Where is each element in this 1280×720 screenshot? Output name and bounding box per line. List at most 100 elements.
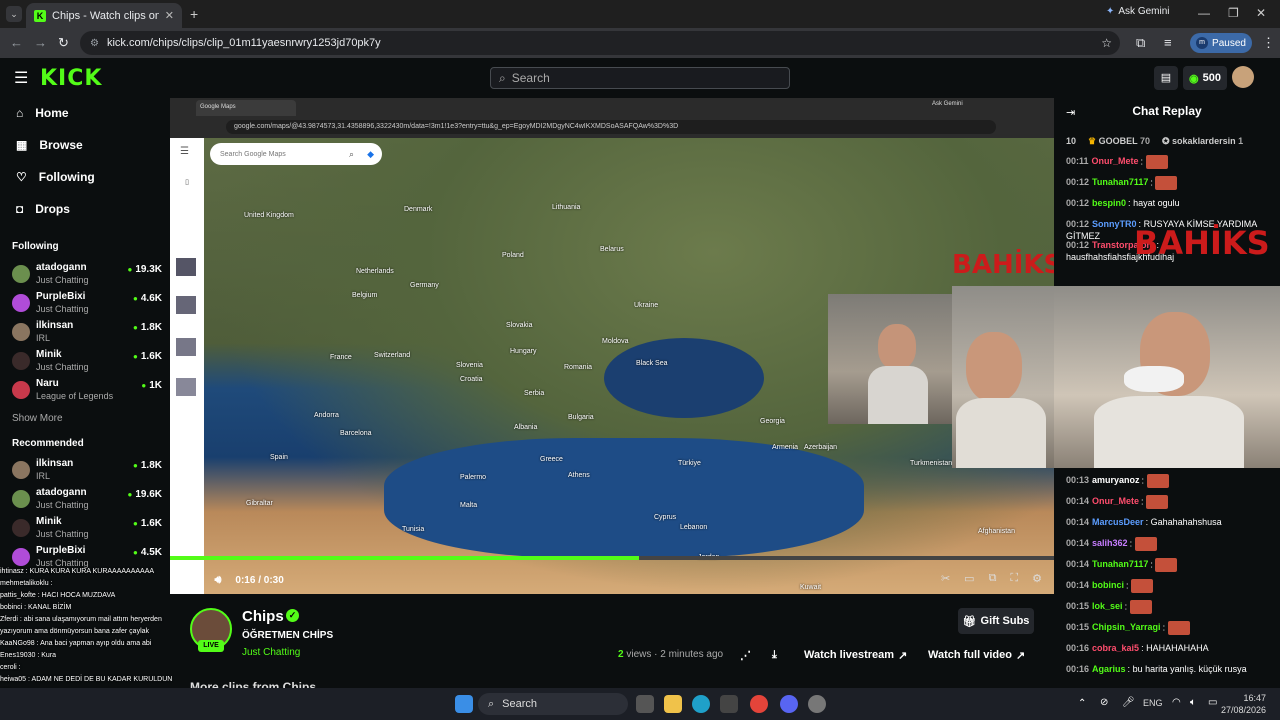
sidebar-channel[interactable]: Minik Just Chatting 1.6K xyxy=(12,349,162,375)
minimize-icon[interactable]: — xyxy=(1198,6,1210,20)
close-window-icon[interactable]: ✕ xyxy=(1256,6,1266,20)
chat-timestamp: 00:15 xyxy=(1066,601,1090,612)
tab-list-button[interactable]: ⌄ xyxy=(6,6,22,22)
chat-username[interactable]: bespin0 xyxy=(1092,198,1126,208)
library-icon[interactable]: ▤ xyxy=(1154,66,1178,90)
chat-username[interactable]: Tunahan7117 xyxy=(1092,559,1148,569)
url-field[interactable]: ⚙ kick.com/chips/clips/clip_01m11yaesnrw… xyxy=(80,31,1120,55)
fullscreen-icon[interactable]: ⛶ xyxy=(1010,572,1018,585)
crown-icon: ♛ xyxy=(1088,136,1097,146)
share-icon[interactable]: ⋰ xyxy=(740,644,751,666)
watch-full-video-label: Watch full video xyxy=(928,649,1012,661)
browser-menu-icon[interactable]: ⋮ xyxy=(1262,35,1275,51)
chat-username[interactable]: Tunahan7117 xyxy=(1092,177,1148,187)
clip-category[interactable]: Just Chatting xyxy=(242,647,300,658)
watch-livestream-button[interactable]: Watch livestream ↗ xyxy=(804,644,907,666)
video-controls: ▶ 🔊︎ 0:16 / 0:30 xyxy=(170,568,1054,592)
show-more-link[interactable]: Show More xyxy=(12,413,63,424)
sidebar-nav-following[interactable]: ♡ Following xyxy=(16,170,95,184)
app-icon[interactable] xyxy=(808,695,826,713)
site-info-icon[interactable]: ⚙ xyxy=(90,38,99,49)
sidebar-nav-home[interactable]: ⌂ Home xyxy=(16,106,69,120)
clock[interactable]: 16:47 27/08/2026 xyxy=(1221,692,1266,716)
sidebar-channel[interactable]: atadogann Just Chatting 19.6K xyxy=(12,487,162,513)
channel-name: Minik xyxy=(36,516,62,527)
forward-icon[interactable]: → xyxy=(34,35,47,50)
tray-chevron-icon[interactable]: ⌃ xyxy=(1078,698,1086,709)
channel-name[interactable]: Chips xyxy=(242,608,284,625)
sidebar-nav-browse[interactable]: ▦ Browse xyxy=(16,138,83,152)
media-controls-icon[interactable]: ≡ xyxy=(1164,35,1172,50)
download-icon[interactable]: ⤓ xyxy=(772,644,777,666)
chat-username[interactable]: bobinci xyxy=(1092,580,1124,590)
chat-timestamp: 00:14 xyxy=(1066,580,1090,591)
back-icon[interactable]: ← xyxy=(10,35,23,50)
chat-timestamp: 00:12 xyxy=(1066,177,1090,188)
progress-bar[interactable] xyxy=(170,556,1054,560)
speaker-icon[interactable]: 🔈︎ xyxy=(1190,697,1196,708)
search-input[interactable]: ⌕ Search xyxy=(490,67,790,89)
map-label: Slovenia xyxy=(456,362,483,369)
new-tab-button[interactable]: + xyxy=(190,6,198,22)
map-label: Denmark xyxy=(404,206,433,213)
bookmark-star-icon[interactable]: ☆ xyxy=(1101,36,1112,50)
sidebar-nav-drops[interactable]: ◘ Drops xyxy=(16,202,70,216)
chat-username[interactable]: amuryanoz xyxy=(1092,475,1140,485)
channel-name: PurpleBixi xyxy=(36,291,86,302)
chat-username[interactable]: Onur_Mete xyxy=(1092,496,1139,506)
profile-paused-button[interactable]: m Paused xyxy=(1190,33,1252,53)
microphone-icon[interactable]: 🎤︎ xyxy=(1122,697,1135,708)
play-icon[interactable]: ▶ xyxy=(192,574,200,587)
pip-icon[interactable]: ⧉ xyxy=(989,572,997,585)
chrome-icon[interactable] xyxy=(750,695,768,713)
chat-username[interactable]: SonnyTR0 xyxy=(1092,219,1137,229)
emote-icon xyxy=(1146,474,1169,488)
chat-username[interactable]: MarcusDeer xyxy=(1092,517,1144,527)
map-label: Türkiye xyxy=(678,460,701,467)
user-avatar[interactable] xyxy=(1232,66,1254,88)
reload-icon[interactable]: ↻ xyxy=(58,35,69,51)
clip-icon[interactable]: ✂ xyxy=(941,572,950,585)
extensions-icon[interactable]: ⧉ xyxy=(1136,35,1145,51)
theater-icon[interactable]: ▭ xyxy=(964,572,974,585)
kick-logo[interactable]: KICK xyxy=(40,66,102,91)
chat-username[interactable]: Chipsin_Yarragi xyxy=(1092,622,1161,632)
chat-username[interactable]: Onur_Mete xyxy=(1092,156,1139,166)
battery-icon[interactable]: ▭ xyxy=(1208,697,1217,708)
volume-icon[interactable]: 🔊︎ xyxy=(214,574,221,587)
gift-subs-button[interactable]: 🎁︎ Gift Subs xyxy=(958,608,1034,634)
chat-username[interactable]: lok_sei xyxy=(1092,601,1123,611)
taskbar-search[interactable]: ⌕ Search xyxy=(478,693,628,715)
wifi-icon[interactable]: ◠ xyxy=(1172,697,1181,708)
close-tab-icon[interactable]: ✕ xyxy=(165,9,174,22)
viewer-count: 1.6K xyxy=(133,518,162,529)
channel-avatar xyxy=(12,265,30,283)
sidebar-channel[interactable]: Naru League of Legends 1K xyxy=(12,378,162,404)
watch-full-video-button[interactable]: Watch full video ↗ xyxy=(928,644,1025,666)
points-button[interactable]: ◉ 500 xyxy=(1183,66,1227,90)
language-indicator[interactable]: ENG xyxy=(1143,698,1163,708)
windows-start-icon[interactable] xyxy=(455,695,473,713)
chat-username[interactable]: Agarius xyxy=(1092,664,1126,674)
browser-tab[interactable]: K Chips - Watch clips on Kick ✕ xyxy=(26,3,182,28)
chat-username[interactable]: salih362 xyxy=(1092,538,1128,548)
sidebar-channel[interactable]: atadogann Just Chatting 19.3K xyxy=(12,262,162,288)
ask-gemini-button[interactable]: ✦ Ask Gemini xyxy=(1106,6,1170,17)
edge-icon[interactable] xyxy=(692,695,710,713)
store-icon[interactable] xyxy=(720,695,738,713)
settings-icon[interactable]: ⚙ xyxy=(1032,572,1042,585)
maximize-icon[interactable]: ❐ xyxy=(1228,6,1239,20)
task-view-icon[interactable] xyxy=(636,695,654,713)
file-explorer-icon[interactable] xyxy=(664,695,682,713)
network-off-icon[interactable]: ⊘ xyxy=(1100,697,1108,708)
sidebar-channel[interactable]: ilkinsan IRL 1.8K xyxy=(12,458,162,484)
chat-webcam-overlay xyxy=(1054,286,1280,468)
sidebar-channel[interactable]: ilkinsan IRL 1.8K xyxy=(12,320,162,346)
discord-icon[interactable] xyxy=(780,695,798,713)
chat-username[interactable]: cobra_kai5 xyxy=(1092,643,1139,653)
sidebar-channel[interactable]: PurpleBixi Just Chatting 4.6K xyxy=(12,291,162,317)
sidebar-channel[interactable]: Minik Just Chatting 1.6K xyxy=(12,516,162,542)
tab-title: Chips - Watch clips on Kick xyxy=(52,9,159,22)
video-player[interactable]: Google Maps google.com/maps/@43.9874573,… xyxy=(170,98,1054,594)
menu-icon[interactable]: ☰ xyxy=(14,68,28,88)
